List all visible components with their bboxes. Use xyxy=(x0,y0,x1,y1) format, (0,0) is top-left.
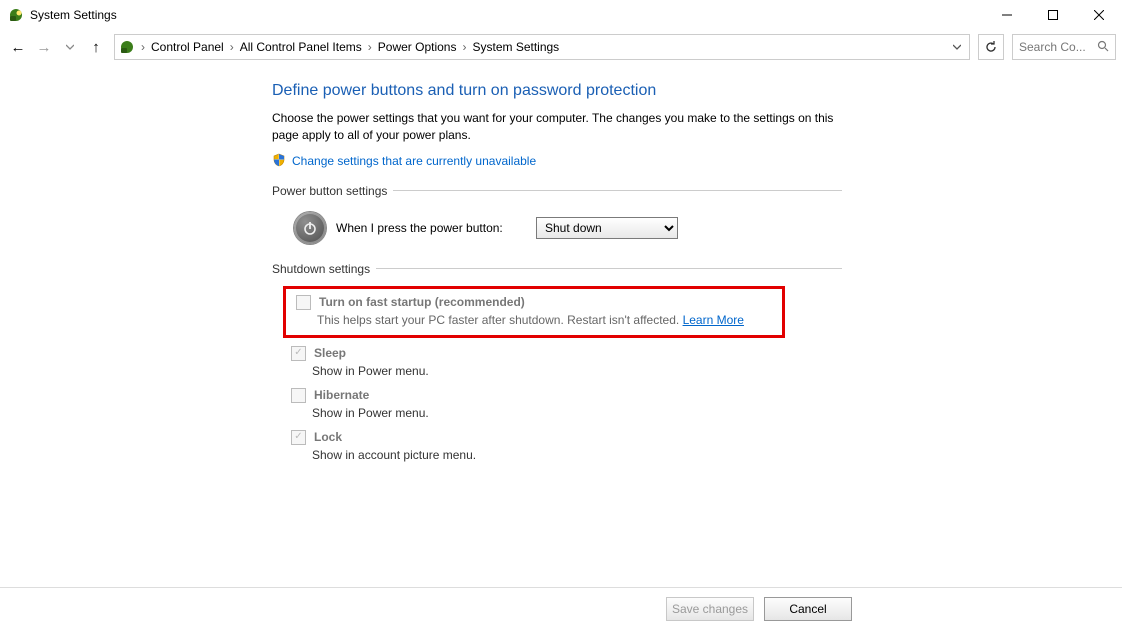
footer: Save changes Cancel xyxy=(0,587,1122,630)
recent-locations-dropdown[interactable] xyxy=(58,35,82,59)
hibernate-desc: Show in Power menu. xyxy=(312,406,842,420)
sleep-checkbox[interactable]: ✓ xyxy=(291,346,306,361)
breadcrumb-item[interactable]: Control Panel xyxy=(147,40,228,54)
power-button-section-title: Power button settings xyxy=(272,184,387,198)
breadcrumb-item[interactable]: Power Options xyxy=(374,40,461,54)
search-placeholder: Search Co... xyxy=(1019,40,1086,54)
up-button[interactable]: ↑ xyxy=(84,35,108,59)
maximize-button[interactable] xyxy=(1030,0,1076,30)
forward-button[interactable]: → xyxy=(32,35,56,59)
hibernate-checkbox[interactable] xyxy=(291,388,306,403)
fast-startup-title: Turn on fast startup (recommended) xyxy=(319,295,525,309)
search-icon xyxy=(1097,40,1109,55)
shutdown-section-title: Shutdown settings xyxy=(272,262,370,276)
shield-icon xyxy=(272,153,286,170)
section-divider xyxy=(393,190,842,191)
section-divider xyxy=(376,268,842,269)
lock-checkbox[interactable]: ✓ xyxy=(291,430,306,445)
close-button[interactable] xyxy=(1076,0,1122,30)
power-button-action-select[interactable]: Shut down xyxy=(536,217,678,239)
chevron-right-icon[interactable]: › xyxy=(139,40,147,54)
address-bar[interactable]: › Control Panel › All Control Panel Item… xyxy=(114,34,970,60)
page-heading: Define power buttons and turn on passwor… xyxy=(272,82,842,100)
page-description: Choose the power settings that you want … xyxy=(272,110,842,145)
save-changes-button[interactable]: Save changes xyxy=(666,597,754,621)
hibernate-title: Hibernate xyxy=(314,388,369,402)
lock-desc: Show in account picture menu. xyxy=(312,448,842,462)
chevron-right-icon[interactable]: › xyxy=(460,40,468,54)
fast-startup-desc: This helps start your PC faster after sh… xyxy=(317,313,776,327)
back-button[interactable]: ← xyxy=(6,35,30,59)
sleep-title: Sleep xyxy=(314,346,346,360)
chevron-right-icon[interactable]: › xyxy=(228,40,236,54)
change-unavailable-settings-link[interactable]: Change settings that are currently unava… xyxy=(292,154,536,168)
address-dropdown-icon[interactable] xyxy=(949,40,965,54)
chevron-right-icon[interactable]: › xyxy=(366,40,374,54)
address-icon xyxy=(119,39,135,55)
navigation-bar: ← → ↑ › Control Panel › All Control Pane… xyxy=(0,30,1122,64)
window-title: System Settings xyxy=(30,8,984,22)
learn-more-link[interactable]: Learn More xyxy=(683,313,744,327)
power-button-label: When I press the power button: xyxy=(336,221,526,235)
minimize-button[interactable] xyxy=(984,0,1030,30)
refresh-button[interactable] xyxy=(978,34,1004,60)
main-content: Define power buttons and turn on passwor… xyxy=(0,64,842,462)
sleep-desc: Show in Power menu. xyxy=(312,364,842,378)
highlight-box: Turn on fast startup (recommended) This … xyxy=(283,286,785,338)
search-input[interactable]: Search Co... xyxy=(1012,34,1116,60)
cancel-button[interactable]: Cancel xyxy=(764,597,852,621)
app-icon xyxy=(8,7,24,23)
breadcrumb-item[interactable]: All Control Panel Items xyxy=(236,40,366,54)
fast-startup-checkbox[interactable] xyxy=(296,295,311,310)
lock-title: Lock xyxy=(314,430,342,444)
titlebar: System Settings xyxy=(0,0,1122,30)
breadcrumb-item[interactable]: System Settings xyxy=(468,40,563,54)
power-icon xyxy=(294,212,326,244)
